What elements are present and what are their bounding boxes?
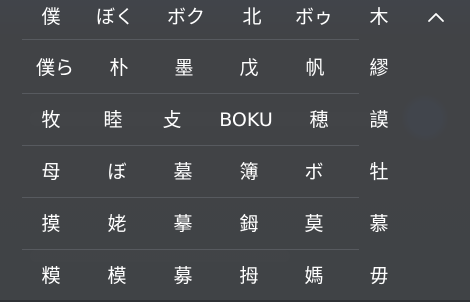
candidate-item[interactable]: ボゥ [284, 0, 344, 34]
chevron-up-icon [428, 13, 444, 22]
candidate-row: 糢 模 募 拇 媽 毋 [0, 250, 470, 302]
candidate-row: 摸 姥 摹 鉧 莫 慕 [0, 198, 470, 250]
candidate-item[interactable]: 木 [349, 0, 409, 34]
collapse-candidates-button[interactable] [418, 2, 454, 32]
candidate-bar: 僕 ぼく ボク 北 ボゥ 木 [0, 0, 470, 34]
candidate-cell[interactable]: 繆 [339, 42, 419, 94]
candidate-cell[interactable]: 毋 [339, 250, 419, 302]
candidate-row: 母 ぼ 墓 簿 ボ 牡 [0, 146, 470, 198]
candidate-cell[interactable]: 謨 [339, 94, 419, 146]
candidate-row: 僕ら 朴 墨 戊 帆 繆 [0, 42, 470, 94]
candidate-cell[interactable]: 慕 [339, 198, 419, 250]
candidate-cell[interactable]: BOKU [206, 94, 286, 146]
candidate-cell[interactable]: 攴 [132, 94, 212, 146]
candidate-item[interactable]: ぼく [85, 0, 145, 34]
divider [22, 39, 359, 40]
candidate-cell[interactable]: 牡 [339, 146, 419, 198]
candidate-item[interactable]: 北 [222, 0, 282, 34]
kanji-candidate-panel: 僕 ぼく ボク 北 ボゥ 木 僕ら 朴 墨 戊 帆 繆 牧 睦 攴 BOKU 穂… [0, 0, 470, 300]
candidate-row: 牧 睦 攴 BOKU 穂 謨 [0, 94, 470, 146]
candidate-item[interactable]: 僕 [21, 0, 81, 34]
candidate-item[interactable]: ボク [156, 0, 216, 34]
